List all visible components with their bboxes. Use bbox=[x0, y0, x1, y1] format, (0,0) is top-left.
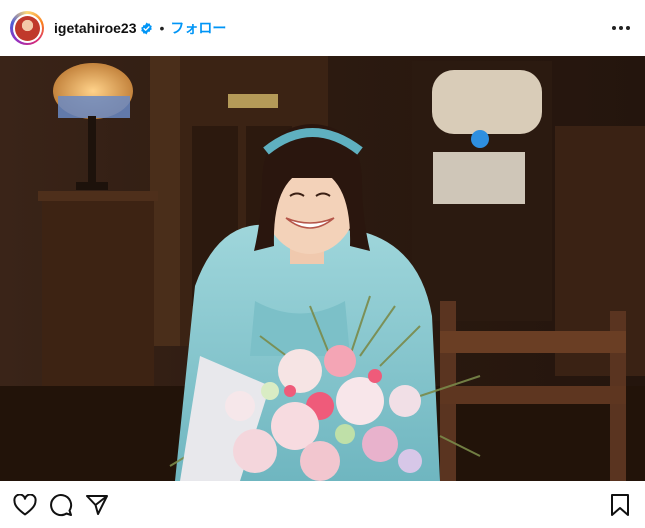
more-horizontal-icon bbox=[612, 26, 630, 30]
post-photo[interactable] bbox=[0, 56, 645, 481]
send-icon bbox=[86, 494, 108, 515]
photo-illustration bbox=[0, 56, 645, 481]
like-button[interactable] bbox=[12, 492, 38, 518]
heart-icon bbox=[13, 493, 37, 515]
avatar-image bbox=[14, 15, 40, 41]
follow-button[interactable]: フォロー bbox=[170, 18, 226, 38]
username[interactable]: igetahiroe23 bbox=[54, 20, 136, 36]
separator-dot: • bbox=[159, 20, 165, 36]
bookmark-icon bbox=[611, 493, 629, 516]
avatar[interactable] bbox=[10, 11, 44, 45]
save-button[interactable] bbox=[607, 492, 633, 518]
share-button[interactable] bbox=[84, 492, 110, 518]
more-options-button[interactable] bbox=[609, 16, 633, 40]
post-actions bbox=[0, 481, 645, 528]
avatar-ring bbox=[12, 13, 42, 43]
comment-icon bbox=[50, 493, 73, 516]
post-header: igetahiroe23 • フォロー bbox=[0, 0, 645, 56]
verified-badge-icon bbox=[141, 22, 153, 34]
comment-button[interactable] bbox=[48, 492, 74, 518]
